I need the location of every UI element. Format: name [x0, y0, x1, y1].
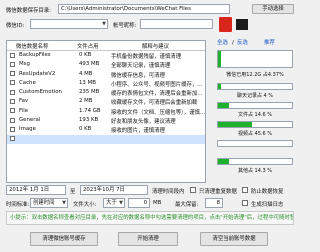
size-unit-label: MB: [153, 200, 162, 206]
clean-range-checkbox[interactable]: [190, 187, 196, 193]
time-standard-select[interactable]: 创建时间 ▼: [30, 198, 68, 208]
scan-log-label: 生成扫描日志: [251, 202, 284, 208]
scan-log-checkbox[interactable]: [242, 200, 248, 206]
file-usage-text: 文件占 14.6 %: [237, 112, 273, 118]
chevron-down-icon: ▼: [62, 200, 66, 206]
nickname-label: 帐号昵称:: [113, 23, 137, 29]
disk-usage-text: 微信已用12.2G 占4.37%: [226, 72, 284, 78]
table-row[interactable]: Msg 493 MB 全部聊天记录，谨慎清理: [7, 60, 205, 69]
row-checkbox[interactable]: [10, 98, 15, 104]
chat-usage-bar: [217, 83, 293, 90]
chat-usage-text: 聊天记录占 4 %: [236, 93, 274, 99]
qrcode-icon[interactable]: [236, 19, 248, 30]
max-retain-label: 最大保留:: [175, 202, 199, 208]
row-checkbox[interactable]: [10, 136, 15, 142]
end-date-picker[interactable]: 2023年10月 7日: [80, 185, 148, 195]
other-usage-fill: [218, 159, 229, 164]
col-desc-header: 解释与建议: [142, 44, 169, 50]
table-row[interactable]: Cache 13 MB 小程序、公众号、视频号图片缓存，...: [7, 79, 205, 88]
save-dir-label: 微信数据保存目录:: [6, 8, 51, 14]
recommend-link[interactable]: 推荐: [264, 38, 275, 48]
table-row[interactable]: BackupFiles 0 KB 手机备份数据残留，谨慎清理: [7, 51, 205, 60]
only-dup-label: 只清理重复数据: [199, 189, 237, 195]
size-compare-select[interactable]: 大于 ▼: [103, 198, 125, 208]
row-checkbox[interactable]: [10, 117, 15, 123]
other-usage-bar: [217, 158, 293, 165]
clean-range-label: 清理时间段内: [152, 189, 185, 195]
prevent-recover-checkbox[interactable]: [242, 187, 248, 193]
start-date-picker[interactable]: 2012年 1月 1日: [6, 185, 66, 195]
row-checkbox[interactable]: [10, 52, 15, 58]
image-usage-bar: [217, 140, 293, 147]
disk-usage-bar: [217, 50, 293, 68]
table-row[interactable]: CustomEmotion 235 MB 缓存的表情包文件，清理后会重新加...: [7, 88, 205, 97]
clear-account-data-button[interactable]: 清空当前账号数据: [200, 232, 268, 246]
select-all-link[interactable]: 全选: [217, 38, 228, 48]
tip-text: 小提示：双击数据名称查看对应目录，先在对应的数据名称中勾选需要清理的项目，点击"…: [6, 211, 294, 225]
table-row[interactable]: General 193 KB 好友和朋友头像，建议清理: [7, 116, 205, 125]
flag-icon: [219, 17, 232, 32]
file-size-label: 文件大小:: [73, 202, 97, 208]
col-name-header: 微信数据名称: [16, 44, 49, 50]
row-checkbox[interactable]: [10, 71, 15, 77]
wechat-id-label: 微信ID:: [6, 23, 25, 29]
wechat-data-table: 微信数据名称 文件占用 解释与建议 BackupFiles 0 KB 手机备份数据残…: [6, 40, 206, 183]
chevron-down-icon: ▼: [119, 200, 123, 206]
size-value-input[interactable]: 0: [128, 198, 150, 208]
row-checkbox[interactable]: [10, 61, 15, 67]
table-row[interactable]: Image 0 KB 接收的图片，谨慎清理: [7, 125, 205, 134]
file-usage-fill: [218, 103, 229, 108]
table-row[interactable]: ResUpdateV2 4 MB 微信缓存信息，可清理: [7, 70, 205, 79]
video-usage-bar: [217, 121, 293, 128]
chevron-down-icon: ▼: [102, 21, 106, 27]
date-to-label: 至: [70, 189, 76, 195]
file-usage-bar: [217, 102, 293, 109]
table-header: 微信数据名称 文件占用 解释与建议: [7, 41, 205, 51]
video-usage-fill: [218, 122, 252, 127]
invert-select-link[interactable]: 反选: [237, 38, 248, 48]
tab-separator: /: [232, 40, 234, 46]
table-row[interactable]: File 1.74 GB 接收的文件（文档、压缩包等），谨慎...: [7, 107, 205, 116]
table-row[interactable]: Fav 2 MB 收藏缓存文件，可清理后会重新加载: [7, 97, 205, 106]
table-row-selected[interactable]: [7, 134, 205, 144]
video-usage-text: 视频占 45.6 %: [237, 131, 273, 137]
row-checkbox[interactable]: [10, 108, 15, 114]
save-dir-input[interactable]: C:\Users\Administrator\Documents\WeChat …: [58, 4, 230, 14]
row-checkbox[interactable]: [10, 80, 15, 86]
other-usage-text: 其他占 14.3 %: [237, 168, 273, 174]
wechat-id-select[interactable]: ▼: [30, 19, 108, 29]
chat-usage-fill: [218, 84, 221, 89]
clear-account-cache-button[interactable]: 清理微信账号缓存: [30, 232, 98, 246]
row-checkbox[interactable]: [10, 126, 15, 132]
nickname-field: [140, 19, 213, 29]
col-size-header: 文件占用: [77, 44, 99, 50]
row-checkbox[interactable]: [10, 89, 15, 95]
time-standard-label: 时间标准:: [6, 202, 30, 208]
start-clean-button[interactable]: 开始清理: [118, 232, 178, 246]
max-retain-input[interactable]: 8: [205, 198, 223, 208]
choose-dir-button[interactable]: 手动选择: [252, 4, 294, 14]
prevent-recover-label: 防止数据恢复: [251, 189, 284, 195]
disk-usage-fill: [218, 51, 222, 67]
